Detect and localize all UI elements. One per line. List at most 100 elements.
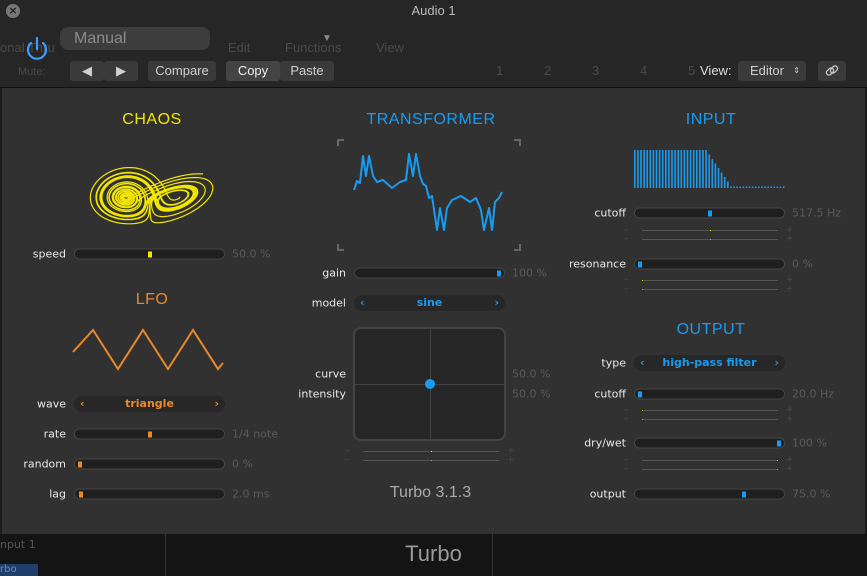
- spectrum-bar: [674, 150, 676, 188]
- output-drywet-slider-handle[interactable]: [777, 440, 781, 447]
- transformer-gain-slider[interactable]: [354, 267, 505, 279]
- chevron-right-icon[interactable]: ›: [774, 355, 779, 371]
- curve-intensity-xy-pad[interactable]: [353, 327, 506, 441]
- spectrum-bar: [767, 186, 769, 188]
- chevron-left-icon[interactable]: ‹: [360, 295, 365, 311]
- output-drywet-mod-depth-lfo[interactable]: [642, 469, 778, 470]
- lfo-triangle-wave: [72, 328, 224, 371]
- spectrum-bar: [643, 150, 645, 188]
- spectrum-bar: [661, 150, 664, 188]
- spectrum-bar: [668, 150, 670, 188]
- input-cutoff-mod-depth-lfo[interactable]: [642, 239, 778, 240]
- plus-icon[interactable]: +: [786, 284, 794, 294]
- input-resonance-slider[interactable]: [634, 258, 785, 270]
- mod-depth-marker: [777, 460, 778, 461]
- spectrum-bar: [705, 150, 707, 188]
- transformer-xy-mod-depth-chaos[interactable]: [363, 451, 499, 452]
- lfo-rate-slider[interactable]: [74, 428, 225, 440]
- spectrum-bar: [742, 186, 745, 188]
- mod-depth-marker: [430, 460, 432, 461]
- input-cutoff-slider[interactable]: [634, 207, 785, 219]
- lfo-rate-slider-handle[interactable]: [147, 431, 152, 438]
- input-cutoff-mod-depth-chaos[interactable]: [642, 230, 778, 231]
- chaos-speed-slider-handle[interactable]: [147, 251, 152, 258]
- output-drywet-label: dry/wet: [584, 436, 626, 450]
- mod-depth-marker: [642, 280, 643, 281]
- output-cutoff-slider-handle[interactable]: [638, 391, 642, 398]
- spectrum-bar: [723, 177, 726, 188]
- lfo-random-slider-handle[interactable]: [78, 461, 82, 468]
- spectrum-bar: [761, 186, 763, 188]
- output-cutoff-slider[interactable]: [634, 388, 785, 400]
- output-title: OUTPUT: [676, 321, 746, 338]
- plus-icon[interactable]: +: [507, 455, 515, 465]
- lfo-lag-slider[interactable]: [74, 488, 225, 500]
- spectrum-bar: [739, 186, 741, 188]
- lfo-lag-slider-handle[interactable]: [79, 491, 84, 498]
- output-drywet-slider[interactable]: [634, 437, 785, 449]
- transformer-model-value: sine: [416, 296, 443, 309]
- spectrum-bar: [658, 150, 661, 188]
- chevron-right-icon[interactable]: ›: [214, 396, 219, 412]
- lfo-rate-label: rate: [43, 427, 66, 441]
- output-level-slider-handle[interactable]: [742, 491, 747, 498]
- transformer-xy-mod-depth-lfo[interactable]: [363, 460, 499, 461]
- spectrum-bar: [652, 150, 655, 188]
- mod-depth-marker: [642, 410, 643, 411]
- spectrum-bar: [689, 150, 692, 188]
- plus-icon[interactable]: +: [786, 414, 794, 424]
- lfo-random-label: random: [23, 457, 66, 471]
- transformer-gain-label: gain: [322, 266, 346, 280]
- transformer-model-selector[interactable]: ‹ sine ›: [354, 295, 505, 311]
- spectrum-bar: [776, 186, 779, 188]
- input-resonance-mod-depth-chaos[interactable]: [642, 280, 778, 281]
- spectrum-bar: [634, 150, 636, 188]
- mod-depth-marker: [642, 289, 643, 290]
- spectrum-bar: [680, 150, 683, 188]
- spectrum-bar: [677, 150, 679, 188]
- output-drywet-mod-depth-chaos[interactable]: [642, 460, 778, 461]
- chaos-speed-slider[interactable]: [74, 248, 225, 260]
- mod-depth-marker: [709, 239, 711, 240]
- spectrum-bar: [637, 150, 639, 188]
- lfo-lag-label: lag: [49, 487, 66, 501]
- lfo-rate-value: 1/4 note: [232, 427, 278, 441]
- transformer-gain-slider-handle[interactable]: [497, 270, 501, 277]
- chevron-right-icon[interactable]: ›: [494, 295, 499, 311]
- input-resonance-slider-handle[interactable]: [638, 261, 642, 268]
- spectrum-bar: [699, 150, 701, 188]
- input-resonance-value: 0 %: [792, 257, 813, 271]
- transformer-model-label: model: [311, 296, 346, 310]
- minus-icon[interactable]: –: [345, 455, 350, 465]
- spectrum-bar: [671, 150, 673, 188]
- minus-icon[interactable]: –: [624, 234, 629, 244]
- minus-icon[interactable]: –: [624, 414, 629, 424]
- output-type-label: type: [601, 356, 626, 370]
- output-level-slider[interactable]: [634, 488, 785, 500]
- input-resonance-mod-depth-lfo[interactable]: [642, 289, 778, 290]
- intensity-value: 50.0 %: [512, 387, 551, 401]
- transformer-waveform: [353, 153, 503, 231]
- chaos-speed-label: speed: [32, 247, 66, 261]
- spectrum-bar: [655, 150, 658, 188]
- lfo-waveform-display: [72, 328, 224, 371]
- lfo-random-slider[interactable]: [74, 458, 225, 470]
- minus-icon[interactable]: –: [624, 284, 629, 294]
- output-cutoff-label: cutoff: [594, 387, 626, 401]
- plus-icon[interactable]: +: [786, 234, 794, 244]
- output-cutoff-mod-depth-lfo[interactable]: [642, 419, 778, 420]
- output-cutoff-mod-depth-chaos[interactable]: [642, 410, 778, 411]
- spectrum-bar: [646, 150, 648, 188]
- plus-icon[interactable]: +: [786, 464, 794, 474]
- chevron-left-icon[interactable]: ‹: [80, 396, 85, 412]
- transformer-title: TRANSFORMER: [366, 111, 496, 128]
- chevron-left-icon[interactable]: ‹: [640, 355, 645, 371]
- input-cutoff-slider-handle[interactable]: [707, 210, 712, 217]
- output-type-selector[interactable]: ‹ high-pass filter ›: [634, 355, 785, 371]
- spectrum-bar: [782, 186, 785, 188]
- input-resonance-label: resonance: [568, 257, 626, 271]
- minus-icon[interactable]: –: [624, 464, 629, 474]
- xy-pad-handle[interactable]: [424, 379, 435, 389]
- lfo-wave-selector[interactable]: ‹ triangle ›: [74, 396, 225, 412]
- spectrum-bar: [696, 150, 698, 188]
